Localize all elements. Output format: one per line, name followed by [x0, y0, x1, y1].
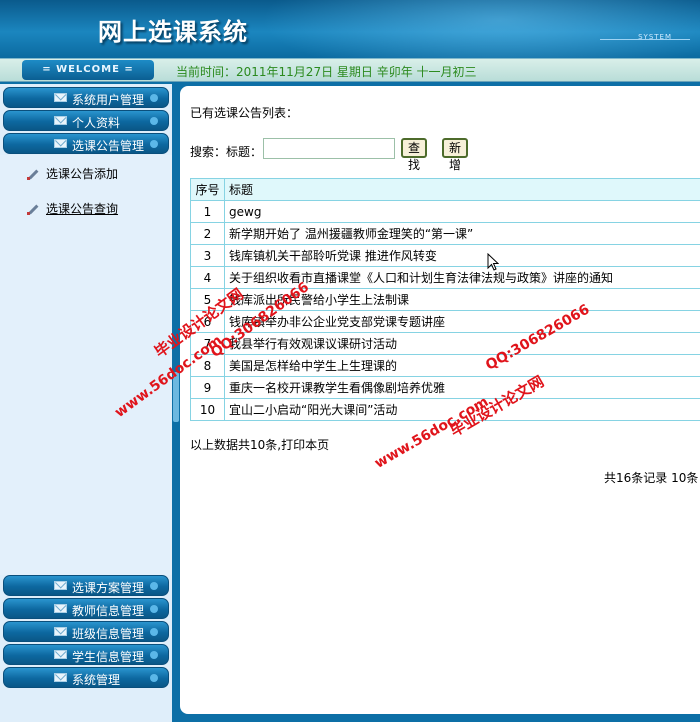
submenu-label: 选课公告查询 — [46, 202, 119, 216]
app-title: 网上选课系统 — [98, 18, 248, 46]
table-row[interactable]: 4 关于组织收看市直播课堂《人口和计划生育法律法规与政策》讲座的通知 — [190, 266, 700, 289]
row-no: 8 — [190, 354, 225, 377]
search-label: 搜索： — [190, 145, 227, 159]
sidebar-item-profile[interactable]: 个人资料 — [3, 110, 169, 131]
table-row[interactable]: 10 宜山二小启动“阳光大课间”活动 — [190, 398, 700, 421]
mail-icon — [54, 650, 67, 659]
announcement-submenu: 选课公告添加 选课公告查询 — [0, 155, 172, 575]
row-title[interactable]: 美国是怎样给中学生上生理课的 — [224, 354, 700, 377]
panel-splitter[interactable] — [172, 82, 180, 722]
table-row[interactable]: 5 钱库派出所民警给小学生上法制课 — [190, 288, 700, 311]
sidebar-item-system-users[interactable]: 系统用户管理 — [3, 87, 169, 108]
row-title[interactable]: 钱库镇机关干部聆听党课 推进作风转变 — [224, 244, 700, 267]
sidebar-item-label: 系统用户管理 — [72, 93, 145, 107]
table-row[interactable]: 7 我县举行有效观课议课研讨活动 — [190, 332, 700, 355]
pencil-icon — [26, 203, 38, 215]
sidebar-item-teacher-info[interactable]: 教师信息管理 — [3, 598, 169, 619]
announcement-table: 序号 标题 1 gewg 2 新学期开始了 温州援疆教师金理笑的“第一课” 3 钱库镇… — [190, 178, 700, 421]
row-no: 7 — [190, 332, 225, 355]
row-title[interactable]: 钱库派出所民警给小学生上法制课 — [224, 288, 700, 311]
bullet-icon — [150, 628, 158, 636]
row-title[interactable]: 重庆一名校开课教学生看偶像剧培养优雅 — [224, 376, 700, 399]
current-time: 当前时间：2011年11月27日 星期日 辛卯年 十一月初三 — [176, 65, 477, 79]
bullet-icon — [150, 140, 158, 148]
table-row[interactable]: 9 重庆一名校开课教学生看偶像剧培养优雅 — [190, 376, 700, 399]
bullet-icon — [150, 651, 158, 659]
row-no: 10 — [190, 398, 225, 421]
welcome-badge: = WELCOME = — [22, 60, 154, 80]
row-no: 5 — [190, 288, 225, 311]
title-field-label: 标题： — [226, 145, 263, 159]
sidebar-item-course-plan[interactable]: 选课方案管理 — [3, 575, 169, 596]
sidebar-item-announcement-management[interactable]: 选课公告管理 — [3, 133, 169, 154]
row-title[interactable]: 钱库镇举办非公企业党支部党课专题讲座 — [224, 310, 700, 333]
bullet-icon — [150, 674, 158, 682]
bullet-icon — [150, 117, 158, 125]
pencil-icon — [26, 168, 38, 180]
mail-icon — [54, 116, 67, 125]
bullet-icon — [150, 605, 158, 613]
mail-icon — [54, 93, 67, 102]
add-button[interactable]: 新增 — [442, 138, 469, 172]
sidebar-item-label: 班级信息管理 — [72, 627, 145, 641]
row-title[interactable]: 新学期开始了 温州援疆教师金理笑的“第一课” — [224, 222, 700, 245]
row-no: 6 — [190, 310, 225, 333]
table-row[interactable]: 8 美国是怎样给中学生上生理课的 — [190, 354, 700, 377]
table-row[interactable]: 1 gewg — [190, 200, 700, 223]
row-no: 1 — [190, 200, 225, 223]
splitter-handle[interactable] — [173, 372, 179, 422]
sidebar: 系统用户管理 个人资料 选课公告管理 选课公告添加 选课公告查询 选课方案管理 … — [0, 84, 172, 722]
sidebar-item-student-info[interactable]: 学生信息管理 — [3, 644, 169, 665]
main-content: 已有选课公告列表： 搜索： 标题： 查找 新增 序号 标题 1 gewg 2 新学期… — [180, 86, 700, 714]
column-header-no: 序号 — [190, 178, 225, 201]
system-divider — [600, 39, 690, 40]
sidebar-item-class-info[interactable]: 班级信息管理 — [3, 621, 169, 642]
search-button[interactable]: 查找 — [401, 138, 428, 172]
sidebar-item-label: 教师信息管理 — [72, 604, 145, 618]
row-title[interactable]: 宜山二小启动“阳光大课间”活动 — [224, 398, 700, 421]
submenu-query-announcement[interactable]: 选课公告查询 — [26, 200, 118, 217]
bullet-icon — [150, 582, 158, 590]
table-row[interactable]: 2 新学期开始了 温州援疆教师金理笑的“第一课” — [190, 222, 700, 245]
page-title: 已有选课公告列表： — [190, 106, 299, 120]
sidebar-item-system-management[interactable]: 系统管理 — [3, 667, 169, 688]
row-title[interactable]: 我县举行有效观课议课研讨活动 — [224, 332, 700, 355]
mail-icon — [54, 627, 67, 636]
app-header: 网上选课系统 SYSTEM — [0, 0, 700, 58]
table-header-row: 序号 标题 — [190, 178, 700, 201]
table-row[interactable]: 3 钱库镇机关干部聆听党课 推进作风转变 — [190, 244, 700, 267]
sidebar-item-label: 选课公告管理 — [72, 139, 145, 153]
mail-icon — [54, 581, 67, 590]
row-title[interactable]: gewg — [224, 200, 700, 223]
row-no: 4 — [190, 266, 225, 289]
sidebar-item-label: 学生信息管理 — [72, 650, 145, 664]
pagination-info: 共16条记录 10条 — [604, 471, 699, 485]
table-summary: 以上数据共10条,打印本页 — [190, 438, 330, 452]
mail-icon — [54, 139, 67, 148]
sidebar-item-label: 系统管理 — [72, 673, 121, 687]
welcome-bar: = WELCOME = 当前时间：2011年11月27日 星期日 辛卯年 十一月… — [0, 58, 700, 82]
row-no: 3 — [190, 244, 225, 267]
row-no: 2 — [190, 222, 225, 245]
table-row[interactable]: 6 钱库镇举办非公企业党支部党课专题讲座 — [190, 310, 700, 333]
row-no: 9 — [190, 376, 225, 399]
sidebar-item-label: 选课方案管理 — [72, 581, 145, 595]
mouse-pointer-icon — [487, 253, 499, 271]
sidebar-item-label: 个人资料 — [72, 116, 121, 130]
header-glow — [260, 0, 700, 58]
row-title[interactable]: 关于组织收看市直播课堂《人口和计划生育法律法规与政策》讲座的通知 — [224, 266, 700, 289]
mail-icon — [54, 673, 67, 682]
column-header-title: 标题 — [224, 178, 700, 201]
submenu-add-announcement[interactable]: 选课公告添加 — [26, 165, 118, 182]
mail-icon — [54, 604, 67, 613]
bullet-icon — [150, 94, 158, 102]
title-search-input[interactable] — [263, 138, 395, 159]
submenu-label: 选课公告添加 — [46, 167, 119, 181]
